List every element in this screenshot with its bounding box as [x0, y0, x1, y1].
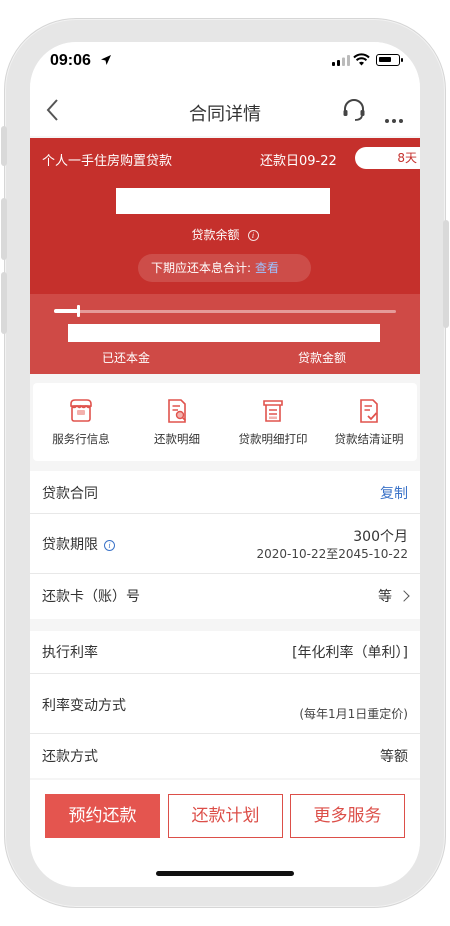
contract-info-section: 贷款合同 复制 贷款期限 i 300个月 2020-10-22至2045-10-2…	[30, 471, 420, 619]
print-scroll-icon	[263, 400, 283, 422]
rate-change-row: 利率变动方式 (每年1月1日重定价)	[30, 674, 420, 734]
action-print-details[interactable]: 贷款明细打印	[225, 383, 321, 461]
repayment-card-row[interactable]: 还款卡（账）号 等	[30, 574, 420, 619]
more-services-button[interactable]: 更多服务	[290, 794, 405, 838]
action-label: 服务行信息	[52, 432, 110, 446]
loan-contract-row: 贷款合同 复制	[30, 471, 420, 514]
side-button-left-bottom	[1, 272, 7, 334]
view-link[interactable]: 查看	[255, 261, 279, 275]
loan-term-label: 贷款期限	[42, 537, 98, 553]
home-indicator	[156, 871, 294, 876]
next-period-label: 下期应还本息合计:	[151, 261, 252, 275]
info-icon[interactable]: i	[247, 230, 259, 241]
app-screen: 09:06 合同详情 个人一手住房购置贷款 还款日09-22 8天 贷款余额 i…	[30, 42, 420, 887]
repayment-method-label: 还款方式	[42, 749, 98, 765]
rate-info-section: 执行利率 [年化利率（单利）] 利率变动方式 (每年1月1日重定价) 还款方式 …	[30, 631, 420, 778]
action-label: 还款明细	[154, 432, 200, 446]
bottom-action-bar: 预约还款 还款计划 更多服务	[30, 780, 420, 887]
action-repayment-details[interactable]: 还款明细	[129, 383, 225, 461]
location-arrow-icon	[101, 55, 111, 65]
quick-actions: 服务行信息 还款明细 贷款明细打印 贷款结清证明	[33, 383, 417, 461]
side-button-left-top	[1, 126, 7, 166]
book-repayment-button[interactable]: 预约还款	[45, 794, 160, 838]
document-search-icon	[168, 399, 187, 423]
battery-icon	[376, 54, 403, 66]
repayment-card-value-row: 等	[378, 586, 410, 606]
repayment-progress-section: 已还本金 贷款金额	[30, 294, 420, 374]
action-label: 贷款结清证明	[334, 432, 404, 446]
repayment-card-value: 等	[378, 589, 392, 605]
repaid-principal-label: 已还本金	[102, 351, 151, 365]
side-button-right	[443, 220, 449, 328]
document-check-icon	[360, 399, 378, 423]
loan-product-name: 个人一手住房购置贷款	[42, 154, 173, 169]
rate-change-value: (每年1月1日重定价)	[299, 707, 408, 721]
status-bar: 09:06	[30, 42, 420, 86]
nav-bar: 合同详情	[30, 86, 420, 136]
info-icon[interactable]: i	[104, 540, 115, 551]
loan-summary-card: 个人一手住房购置贷款 还款日09-22 8天 贷款余额 i 下期应还本息合计: 查看…	[30, 138, 420, 374]
repayment-progress-fill	[54, 309, 78, 313]
cellular-signal-icon	[332, 55, 350, 66]
copy-button[interactable]: 复制	[380, 483, 408, 503]
days-left-badge: 8天	[355, 147, 420, 169]
loan-term-range: 2020-10-22至2045-10-22	[256, 547, 408, 561]
action-label: 贷款明细打印	[238, 432, 308, 446]
interest-rate-row: 执行利率 [年化利率（单利）]	[30, 631, 420, 674]
loan-term-value: 300个月	[353, 529, 408, 545]
interest-rate-label: 执行利率	[42, 645, 98, 661]
repayment-progress-bar	[54, 305, 396, 317]
loan-contract-label: 贷款合同	[42, 486, 98, 502]
repayment-method-row: 还款方式 等额	[30, 734, 420, 778]
repayment-method-value: 等额	[380, 749, 408, 765]
bank-icon	[70, 399, 92, 422]
action-settlement-proof[interactable]: 贷款结清证明	[321, 383, 417, 461]
customer-service-headset-icon[interactable]	[341, 97, 367, 123]
loan-term-label-row: 贷款期限 i	[42, 534, 115, 554]
loan-term-row: 贷款期限 i 300个月 2020-10-22至2045-10-22	[30, 514, 420, 574]
balance-label-row: 贷款余额 i	[30, 226, 420, 243]
repayment-card-label: 还款卡（账）号	[42, 589, 140, 605]
status-time: 09:06	[50, 52, 91, 69]
loan-amount-label: 贷款金额	[298, 351, 347, 365]
action-service-branch[interactable]: 服务行信息	[33, 383, 129, 461]
redacted-amounts	[68, 324, 380, 342]
balance-label: 贷款余额	[191, 228, 240, 242]
repayment-progress-marker	[77, 305, 80, 317]
interest-rate-value: [年化利率（单利）]	[292, 645, 408, 661]
next-period-pill: 下期应还本息合计: 查看	[138, 254, 311, 282]
redacted-balance-amount	[116, 188, 330, 214]
wifi-icon	[353, 53, 370, 66]
repayment-day: 还款日09-22	[260, 154, 337, 169]
rate-change-label: 利率变动方式	[42, 698, 126, 714]
side-button-left-mid	[1, 198, 7, 260]
more-options-icon[interactable]	[385, 108, 406, 127]
repayment-plan-button[interactable]: 还款计划	[168, 794, 283, 838]
chevron-right-icon	[398, 590, 410, 602]
